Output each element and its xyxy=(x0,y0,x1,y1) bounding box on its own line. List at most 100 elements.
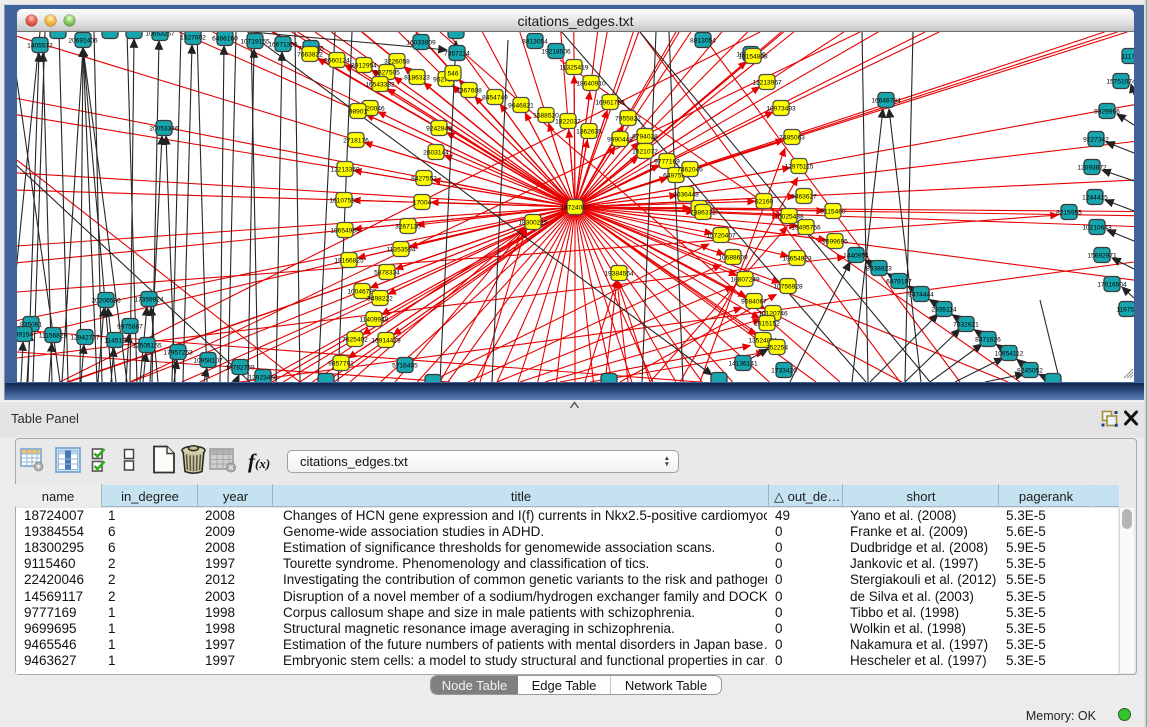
svg-text:9699695: 9699695 xyxy=(822,238,848,245)
svg-text:9245052: 9245052 xyxy=(1017,367,1043,374)
svg-text:16914479: 16914479 xyxy=(371,337,401,344)
svg-text:1527602: 1527602 xyxy=(180,34,206,41)
svg-text:8660124: 8660124 xyxy=(324,57,350,64)
svg-text:11353594: 11353594 xyxy=(387,246,416,253)
svg-text:10958107: 10958107 xyxy=(193,357,223,364)
svg-text:12975115: 12975115 xyxy=(785,163,814,170)
svg-text:10025438: 10025438 xyxy=(774,213,804,220)
svg-text:7357224: 7357224 xyxy=(444,50,470,57)
svg-text:10210643: 10210643 xyxy=(1082,224,1112,231)
svg-text:12213967: 12213967 xyxy=(752,79,782,86)
svg-text:7462046: 7462046 xyxy=(677,166,703,173)
svg-text:2935114: 2935114 xyxy=(931,306,957,313)
svg-text:11409948: 11409948 xyxy=(360,316,389,323)
svg-text:9474444: 9474444 xyxy=(908,291,934,298)
svg-text:16961758: 16961758 xyxy=(595,99,625,106)
svg-text:16648784: 16648784 xyxy=(871,97,901,104)
svg-text:14136141: 14136141 xyxy=(728,360,758,367)
svg-text:19495756: 19495756 xyxy=(791,224,821,231)
svg-text:10688609: 10688609 xyxy=(718,254,748,261)
svg-text:1621072: 1621072 xyxy=(632,148,658,155)
svg-text:7632621: 7632621 xyxy=(953,321,979,328)
svg-text:10653267: 10653267 xyxy=(145,32,175,37)
svg-text:12923468: 12923468 xyxy=(248,374,278,381)
svg-text:8186323: 8186323 xyxy=(404,74,430,81)
svg-text:3498222: 3498222 xyxy=(367,295,393,302)
svg-text:18300215: 18300215 xyxy=(518,219,548,226)
svg-text:5878334: 5878334 xyxy=(374,269,400,276)
svg-text:20053346: 20053346 xyxy=(149,125,179,132)
svg-text:9857791: 9857791 xyxy=(328,360,354,367)
svg-text:20206536: 20206536 xyxy=(91,297,121,304)
svg-text:15720407: 15720407 xyxy=(706,232,736,239)
svg-text:1244415: 1244415 xyxy=(1082,194,1108,201)
svg-text:16543382: 16543382 xyxy=(365,81,395,88)
svg-text:15751074: 15751074 xyxy=(1106,78,1134,85)
svg-text:8471626: 8471626 xyxy=(975,336,1001,343)
svg-text:8813054: 8813054 xyxy=(690,37,716,44)
svg-text:5716485: 5716485 xyxy=(392,362,418,369)
svg-text:114519: 114519 xyxy=(104,337,126,344)
svg-text:18640910: 18640910 xyxy=(576,80,606,87)
svg-text:19218506: 19218506 xyxy=(541,48,571,55)
svg-text:1615152: 1615152 xyxy=(754,320,780,327)
svg-text:39154: 39154 xyxy=(17,331,33,338)
svg-text:7663822: 7663822 xyxy=(297,51,323,58)
svg-text:18807249: 18807249 xyxy=(730,276,760,283)
svg-text:7625402: 7625402 xyxy=(342,336,368,343)
svg-text:9227342: 9227342 xyxy=(1083,136,1109,143)
svg-text:17957253: 17957253 xyxy=(163,349,193,356)
svg-text:8427552: 8427552 xyxy=(411,175,437,182)
svg-text:18724007: 18724007 xyxy=(560,204,590,211)
svg-text:19384554: 19384554 xyxy=(604,270,634,277)
svg-text:20691406: 20691406 xyxy=(68,37,98,44)
svg-text:10154808: 10154808 xyxy=(738,53,768,60)
svg-text:1405572: 1405572 xyxy=(27,42,53,49)
svg-text:9115460: 9115460 xyxy=(820,208,846,215)
svg-text:16107552: 16107552 xyxy=(329,197,359,204)
svg-text:12942737: 12942737 xyxy=(70,334,100,341)
svg-text:16782759: 16782759 xyxy=(225,364,255,371)
svg-text:252254: 252254 xyxy=(766,344,788,351)
svg-text:6466160: 6466160 xyxy=(212,35,238,42)
svg-text:17004: 17004 xyxy=(413,199,432,206)
svg-text:17016504: 17016504 xyxy=(1097,281,1127,288)
svg-text:8912954: 8912954 xyxy=(351,62,377,69)
svg-text:7386372: 7386372 xyxy=(690,209,716,216)
svg-text:12213369: 12213369 xyxy=(330,166,360,173)
svg-text:9990448: 9990448 xyxy=(607,136,633,143)
svg-text:10654112: 10654112 xyxy=(995,350,1024,357)
svg-text:15692971: 15692971 xyxy=(1087,252,1117,259)
svg-text:7485063: 7485063 xyxy=(779,134,805,141)
svg-text:12093872: 12093872 xyxy=(1077,164,1107,171)
svg-text:546: 546 xyxy=(447,70,458,77)
svg-text:8454749: 8454749 xyxy=(482,94,508,101)
svg-text:6794028: 6794028 xyxy=(632,133,658,140)
svg-text:9329966: 9329966 xyxy=(1094,108,1120,115)
svg-text:1733426: 1733426 xyxy=(771,367,797,374)
svg-text:17359924: 17359924 xyxy=(134,296,164,303)
svg-text:1362635: 1362635 xyxy=(576,128,602,135)
svg-text:11156829: 11156829 xyxy=(39,332,68,339)
svg-text:62160: 62160 xyxy=(755,198,774,205)
svg-text:2603144: 2603144 xyxy=(423,149,449,156)
svg-text:9646821: 9646821 xyxy=(508,102,534,109)
svg-text:9084067: 9084067 xyxy=(741,298,767,305)
svg-text:3267130: 3267130 xyxy=(395,223,421,230)
svg-text:116753: 116753 xyxy=(1116,306,1134,313)
svg-text:9242848: 9242848 xyxy=(426,125,452,132)
svg-text:8813054: 8813054 xyxy=(522,38,548,45)
svg-text:9463627: 9463627 xyxy=(791,193,817,200)
svg-text:1822037: 1822037 xyxy=(555,118,581,125)
svg-text:2367608: 2367608 xyxy=(456,87,482,94)
svg-text:6879197: 6879197 xyxy=(886,278,912,285)
svg-text:19654923: 19654923 xyxy=(782,255,812,262)
svg-text:19654985: 19654985 xyxy=(330,227,360,234)
svg-text:1440954: 1440954 xyxy=(843,252,869,259)
svg-text:10756928: 10756928 xyxy=(773,283,803,290)
svg-text:8215955: 8215955 xyxy=(1056,209,1082,216)
svg-text:9975887: 9975887 xyxy=(117,323,143,330)
svg-text:16033809: 16033809 xyxy=(406,39,436,46)
svg-text:19166825: 19166825 xyxy=(334,257,364,264)
svg-text:16671355: 16671355 xyxy=(268,41,298,48)
